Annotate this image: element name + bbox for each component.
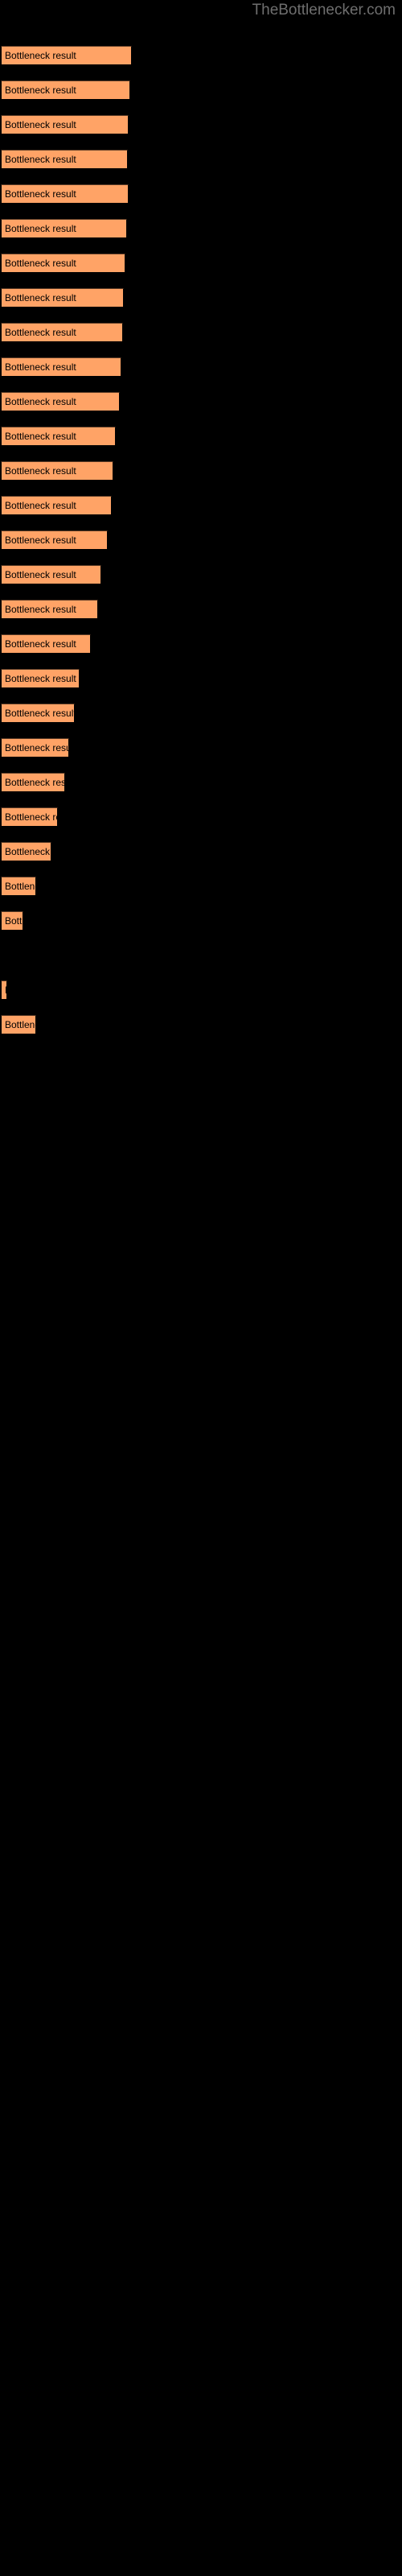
chart-bar-clip: Bottleneck result [2,47,131,64]
chart-bar-label: Bottleneck result [5,535,76,546]
chart-bar-label: Bottleneck result [5,258,76,269]
chart-bar[interactable]: Bottleneck result [1,911,23,931]
chart-bar[interactable]: Bottleneck result [1,219,127,238]
chart-bar[interactable]: Bottleneck result [1,738,69,758]
chart-bar-clip: Bottleneck result [2,912,23,930]
chart-bar[interactable]: Bottleneck result [1,80,130,100]
chart-bar[interactable]: Bottleneck result [1,496,112,515]
chart-bar-clip: Bottleneck result [2,358,121,376]
chart-bar[interactable]: Bottleneck result [1,357,121,377]
chart-bar-clip: Bottleneck result [2,497,111,514]
chart-bar-label: Bottleneck result [5,811,57,823]
chart-bar-label: Bottleneck result [5,673,76,684]
chart-bar-clip: Bottleneck result [2,324,122,341]
chart-bar-clip: Bottleneck result [2,462,113,480]
chart-bar-label: Bottleneck result [5,188,76,200]
chart-bar-label: Bottleneck result [5,604,76,615]
chart-bar[interactable]: Bottleneck result [1,877,36,896]
chart-bar[interactable]: Bottleneck result [1,184,129,204]
chart-bar-clip: Bottleneck result [2,81,129,99]
chart-bar[interactable]: Bottleneck result [1,254,125,273]
chart-bar-clip: Bottleneck result [2,635,90,653]
chart-bar-label: Bottleneck result [5,881,35,892]
chart-bar-clip: Bottleneck result [2,116,128,134]
chart-bar[interactable]: Bottleneck result [1,392,120,411]
chart-bar-clip: Bottleneck result [2,843,51,861]
chart-bar-clip: Bottleneck result [2,704,74,722]
chart-bar-label: Bottleneck result [5,292,76,303]
chart-bar-clip: Bottleneck result [2,289,123,307]
chart-bar-label: Bottleneck result [5,985,6,995]
chart-bar[interactable]: Bottleneck result [1,530,108,550]
chart-bar-label: Bottleneck result [5,50,76,61]
chart-bar-label: Bottleneck result [5,361,76,373]
chart-bar[interactable]: Bottleneck result [1,46,132,65]
chart-bar[interactable]: Bottleneck result [1,565,101,584]
chart-bar[interactable]: Bottleneck result [1,461,113,481]
chart-bar[interactable]: Bottleneck result [1,773,65,792]
chart-bar-label: Bottleneck result [5,638,76,650]
chart-bar-label: Bottleneck result [5,85,76,96]
chart-bar[interactable]: Bottleneck result [1,807,58,827]
chart-bar-clip: Bottleneck result [2,427,115,445]
chart-bar-clip: Bottleneck result [2,531,107,549]
chart-bar[interactable]: Bottleneck result [1,842,51,861]
chart-bar-label: Bottleneck result [5,465,76,477]
chart-bar[interactable]: Bottleneck result [1,980,7,1000]
chart-bar[interactable]: Bottleneck result [1,288,124,308]
chart-bar-clip: Bottleneck result [2,151,127,168]
chart-bar-clip: Bottleneck result [2,1016,35,1034]
chart-bar-clip: Bottleneck result [2,393,119,411]
chart-bar[interactable]: Bottleneck result [1,704,75,723]
bar-series-layer: Bottleneck result Bottleneck result Bottle… [0,0,402,2576]
chart-bar-label: Bottleneck result [5,742,68,753]
chart-bar-label: Bottleneck result [5,500,76,511]
chart-bar-clip: Bottleneck result [2,185,128,203]
chart-bar[interactable]: Bottleneck result [1,634,91,654]
chart-bar-label: Bottleneck result [5,569,76,580]
chart-bar[interactable]: Bottleneck result [1,600,98,619]
chart-bar-label: Bottleneck result [5,777,64,788]
bottleneck-bar-chart: TheBottlenecker.com Bottleneck result Bot… [0,0,402,2576]
chart-bar-clip: Bottleneck result [2,670,79,687]
chart-bar[interactable]: Bottleneck result [1,669,80,688]
chart-bar-clip: Bottleneck result [2,808,57,826]
chart-bar[interactable]: Bottleneck result [1,150,128,169]
chart-bar-label: Bottleneck result [5,327,76,338]
chart-bar-clip: Bottleneck result [2,981,6,999]
chart-bar-label: Bottleneck result [5,431,76,442]
chart-bar-clip: Bottleneck result [2,254,125,272]
chart-bar-label: Bottleneck result [5,1019,35,1030]
chart-bar-label: Bottleneck result [5,915,23,927]
chart-bar-label: Bottleneck result [5,119,76,130]
chart-bar-clip: Bottleneck result [2,566,100,584]
chart-bar-clip: Bottleneck result [2,774,64,791]
chart-bar-label: Bottleneck result [5,396,76,407]
chart-bar-label: Bottleneck result [5,223,76,234]
chart-bar-label: Bottleneck result [5,154,76,165]
chart-bar[interactable]: Bottleneck result [1,427,116,446]
chart-bar[interactable]: Bottleneck result [1,323,123,342]
chart-bar[interactable]: Bottleneck result [1,1015,36,1034]
chart-bar-clip: Bottleneck result [2,877,35,895]
chart-bar[interactable]: Bottleneck result [1,115,129,134]
chart-bar-clip: Bottleneck result [2,739,68,757]
chart-bar-clip: Bottleneck result [2,601,97,618]
chart-bar-label: Bottleneck result [5,846,51,857]
chart-bar-clip: Bottleneck result [2,220,126,237]
chart-bar-label: Bottleneck result [5,708,74,719]
